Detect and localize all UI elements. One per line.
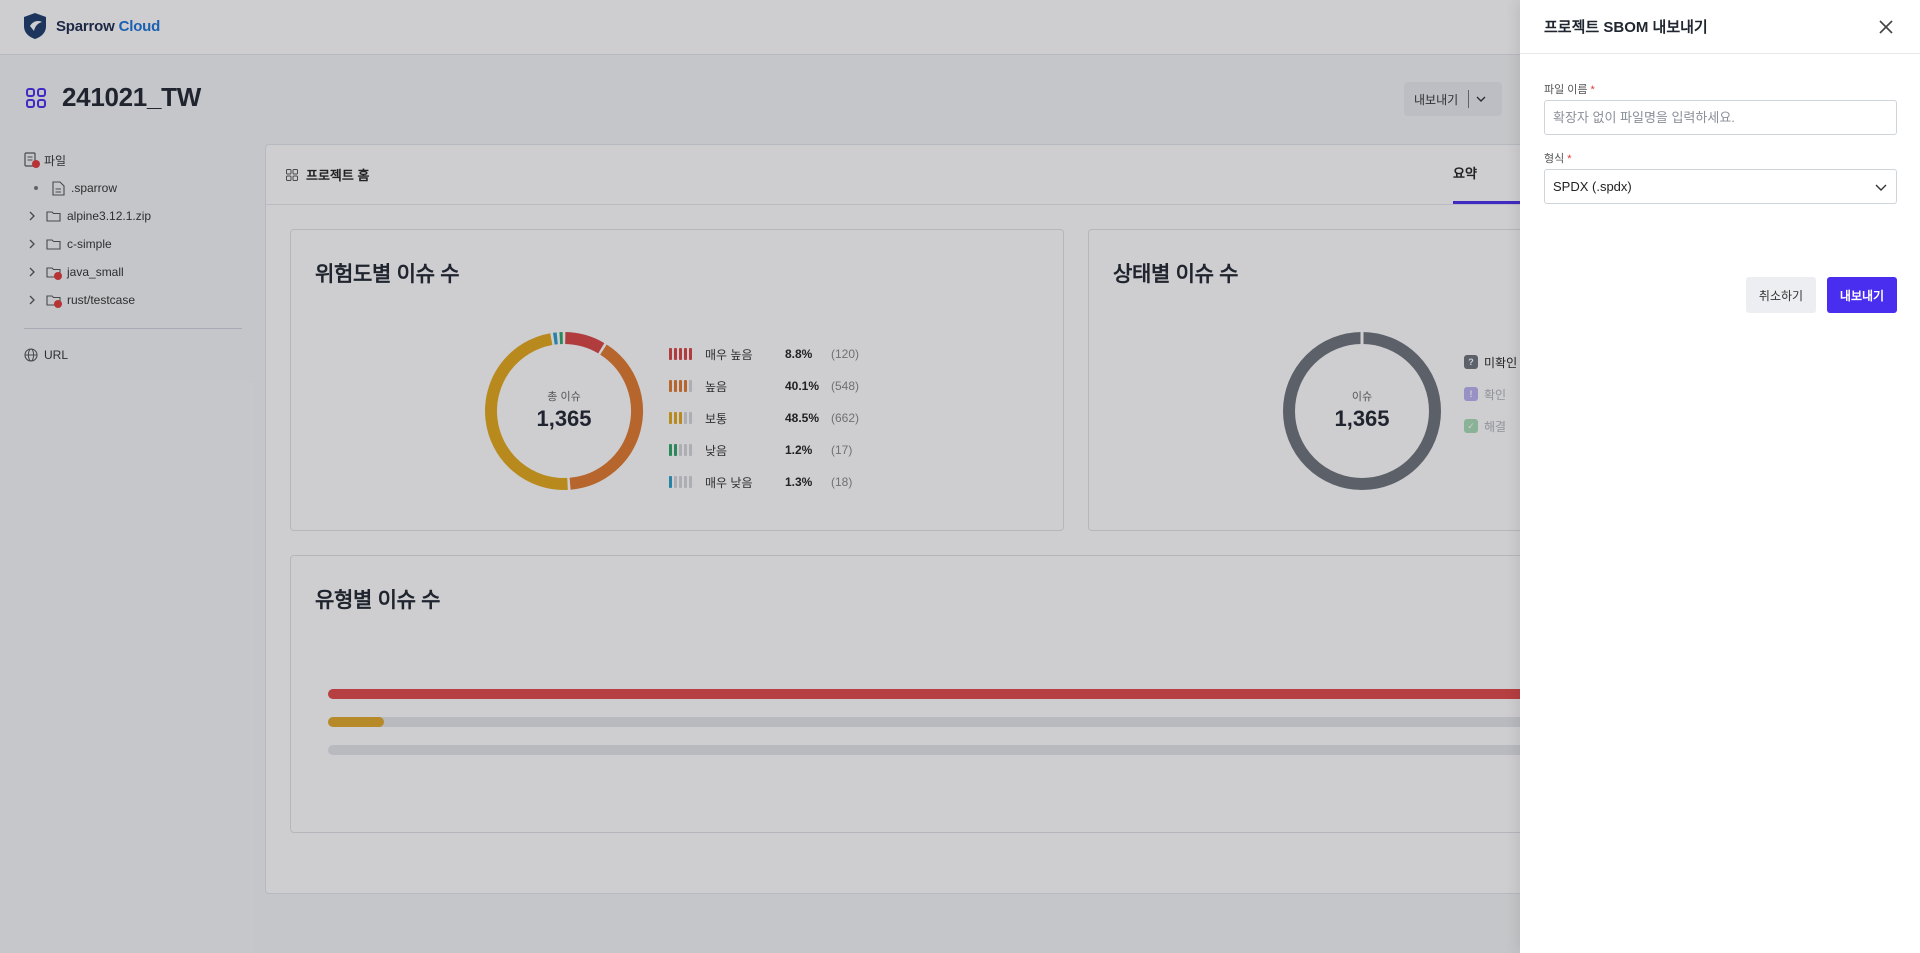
format-label: 형식 * <box>1544 153 1572 165</box>
drawer-header: 프로젝트 SBOM 내보내기 <box>1520 0 1920 54</box>
close-button[interactable] <box>1876 17 1896 37</box>
required-mark: * <box>1590 84 1595 96</box>
export-button[interactable]: 내보내기 <box>1827 277 1897 313</box>
filename-input[interactable] <box>1544 100 1897 135</box>
sbom-export-drawer: 프로젝트 SBOM 내보내기 파일 이름* 형식* SPDX (.spdx) 취… <box>1520 0 1920 953</box>
required-mark: * <box>1567 153 1572 165</box>
format-select-value: SPDX (.spdx) <box>1553 179 1632 194</box>
chevron-down-icon <box>1875 184 1887 191</box>
close-icon <box>1879 20 1893 34</box>
filename-label: 파일 이름 * <box>1544 84 1595 96</box>
drawer-title: 프로젝트 SBOM 내보내기 <box>1544 19 1708 36</box>
cancel-button[interactable]: 취소하기 <box>1746 277 1816 313</box>
format-select[interactable]: SPDX (.spdx) <box>1544 169 1897 204</box>
